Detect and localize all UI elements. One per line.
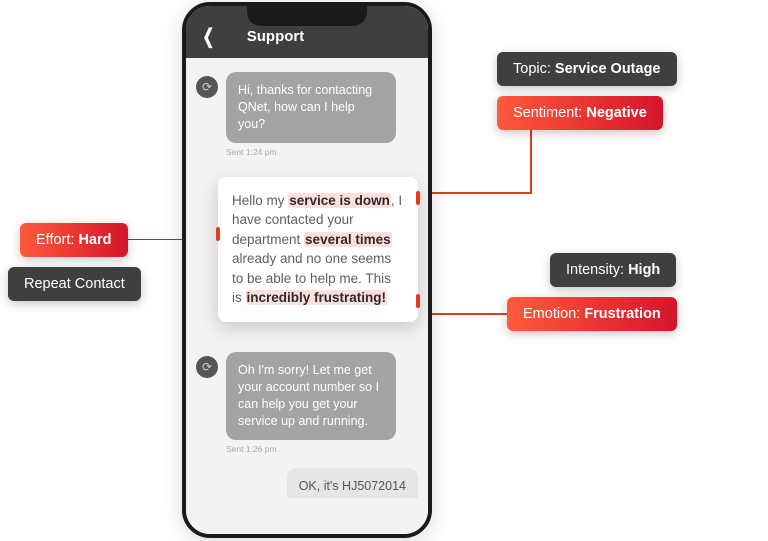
tag-label: Intensity: (566, 262, 628, 278)
highlight-frustrating: incredibly frustrating! (246, 290, 388, 305)
connector-line (530, 130, 532, 194)
tag-repeat-contact: Repeat Contact (8, 267, 141, 301)
nav-title: Support (247, 28, 305, 45)
tag-label: Topic: (513, 61, 555, 77)
tag-label: Repeat Contact (24, 276, 125, 292)
tag-label: Effort: (36, 232, 78, 248)
tag-value: Service Outage (555, 61, 661, 77)
callout-tick (416, 294, 420, 308)
tag-effort: Effort: Hard (20, 223, 128, 257)
agent-message-bubble: Oh I'm sorry! Let me get your account nu… (226, 352, 396, 440)
agent-avatar-icon: ⟳ (196, 356, 218, 378)
timestamp: Sent 1:24 pm (226, 147, 418, 157)
user-message-highlighted: Hello my service is down, I have contact… (218, 177, 418, 322)
message-row-user: Hello my service is down, I have contact… (196, 177, 418, 322)
timestamp: Sent 1:26 pm (226, 444, 418, 454)
callout-tick (416, 191, 420, 205)
highlight-several-times: several times (304, 232, 392, 247)
connector-line (424, 192, 532, 194)
phone-frame: ❮ Support ⟳ Hi, thanks for contacting QN… (182, 2, 432, 538)
message-row-user: OK, it's HJ5072014 (196, 468, 418, 499)
back-button[interactable]: ❮ (203, 24, 215, 49)
tag-label: Emotion: (523, 306, 584, 322)
agent-message-bubble: Hi, thanks for contacting QNet, how can … (226, 72, 396, 143)
tag-value: Negative (586, 105, 646, 121)
tag-value: High (628, 262, 660, 278)
connector-line (425, 313, 507, 315)
tag-intensity: Intensity: High (550, 253, 676, 287)
agent-avatar-icon: ⟳ (196, 76, 218, 98)
message-row-agent: ⟳ Hi, thanks for contacting QNet, how ca… (196, 72, 418, 143)
callout-tick (216, 227, 220, 241)
tag-label: Sentiment: (513, 105, 586, 121)
text-fragment: Hello my (232, 193, 288, 208)
phone-notch (247, 4, 367, 26)
user-message-bubble: OK, it's HJ5072014 (287, 468, 418, 499)
highlight-service-down: service is down (288, 193, 391, 208)
message-row-agent: ⟳ Oh I'm sorry! Let me get your account … (196, 352, 418, 440)
tag-topic: Topic: Service Outage (497, 52, 677, 86)
tag-value: Frustration (584, 306, 661, 322)
tag-emotion: Emotion: Frustration (507, 297, 677, 331)
chat-area: ⟳ Hi, thanks for contacting QNet, how ca… (186, 58, 428, 534)
tag-sentiment: Sentiment: Negative (497, 96, 663, 130)
tag-value: Hard (78, 232, 111, 248)
